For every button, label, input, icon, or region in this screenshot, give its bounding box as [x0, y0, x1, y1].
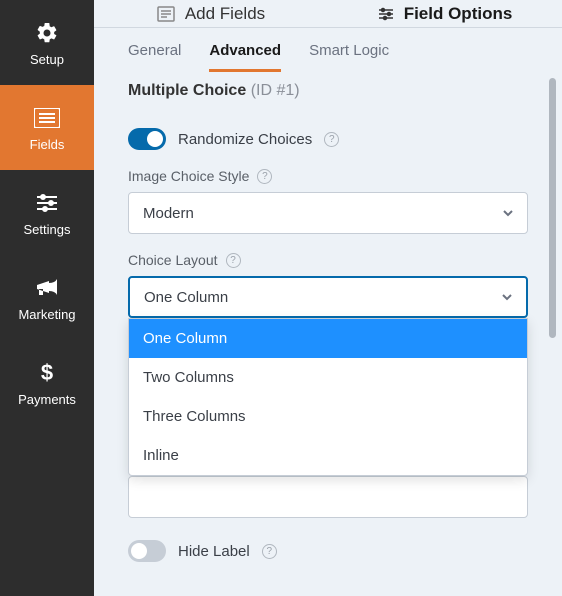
sidebar: Setup Fields Settings Marketing $ Paymen… [0, 0, 94, 596]
image-choice-style-select[interactable]: Modern [128, 192, 528, 234]
help-icon[interactable]: ? [262, 544, 277, 559]
hide-label-toggle[interactable] [128, 540, 166, 562]
sliders-small-icon [378, 7, 394, 21]
randomize-label: Randomize Choices [178, 131, 312, 148]
chevron-down-icon [500, 290, 514, 304]
randomize-toggle[interactable] [128, 128, 166, 150]
main-panel: Add Fields Field Options General Advance… [94, 0, 562, 596]
sliders-icon [35, 189, 59, 217]
section-title: Multiple Choice (ID #1) [94, 72, 562, 106]
sidebar-item-label: Settings [24, 222, 71, 237]
sidebar-item-setup[interactable]: Setup [0, 0, 94, 85]
sidebar-item-fields[interactable]: Fields [0, 85, 94, 170]
choice-layout-label: Choice Layout ? [128, 252, 528, 268]
svg-text:$: $ [41, 360, 53, 385]
dropdown-option[interactable]: Inline [129, 436, 527, 475]
subtabs: General Advanced Smart Logic [94, 28, 562, 72]
scrollbar[interactable] [549, 78, 556, 338]
help-icon[interactable]: ? [257, 169, 272, 184]
dropdown-option[interactable]: Three Columns [129, 397, 527, 436]
form-icon [157, 6, 175, 22]
sidebar-item-settings[interactable]: Settings [0, 170, 94, 255]
dropdown-option[interactable]: Two Columns [129, 358, 527, 397]
tab-field-options[interactable]: Field Options [328, 0, 562, 27]
content-wrap: General Advanced Smart Logic Multiple Ch… [94, 28, 562, 596]
select-value: One Column [144, 289, 228, 306]
bullhorn-icon [35, 274, 59, 302]
tab-label: Add Fields [185, 4, 265, 24]
select-value: Modern [143, 205, 194, 222]
help-icon[interactable]: ? [324, 132, 339, 147]
sidebar-item-label: Fields [30, 137, 65, 152]
choice-layout-select[interactable]: One Column [128, 276, 528, 318]
sidebar-item-label: Setup [30, 52, 64, 67]
sidebar-item-marketing[interactable]: Marketing [0, 255, 94, 340]
subtab-smart-logic[interactable]: Smart Logic [309, 42, 389, 72]
field-type-name: Multiple Choice [128, 82, 246, 99]
help-icon[interactable]: ? [226, 253, 241, 268]
hide-label-label: Hide Label [178, 543, 250, 560]
sidebar-item-payments[interactable]: $ Payments [0, 340, 94, 425]
image-choice-style-label: Image Choice Style ? [128, 168, 528, 184]
choice-layout-dropdown: One Column Two Columns Three Columns Inl… [128, 318, 528, 476]
sidebar-item-label: Payments [18, 392, 76, 407]
subtab-general[interactable]: General [128, 42, 181, 72]
subtab-advanced[interactable]: Advanced [209, 42, 281, 72]
tab-add-fields[interactable]: Add Fields [94, 0, 328, 27]
chevron-down-icon [501, 206, 515, 220]
dollar-icon: $ [40, 359, 54, 387]
field-id: (ID #1) [251, 82, 300, 99]
dropdown-option[interactable]: One Column [129, 319, 527, 358]
tabs-top: Add Fields Field Options [94, 0, 562, 28]
tab-label: Field Options [404, 4, 513, 24]
sidebar-item-label: Marketing [18, 307, 75, 322]
list-icon [34, 104, 60, 132]
gear-icon [35, 19, 59, 47]
hidden-field-box [128, 476, 528, 518]
